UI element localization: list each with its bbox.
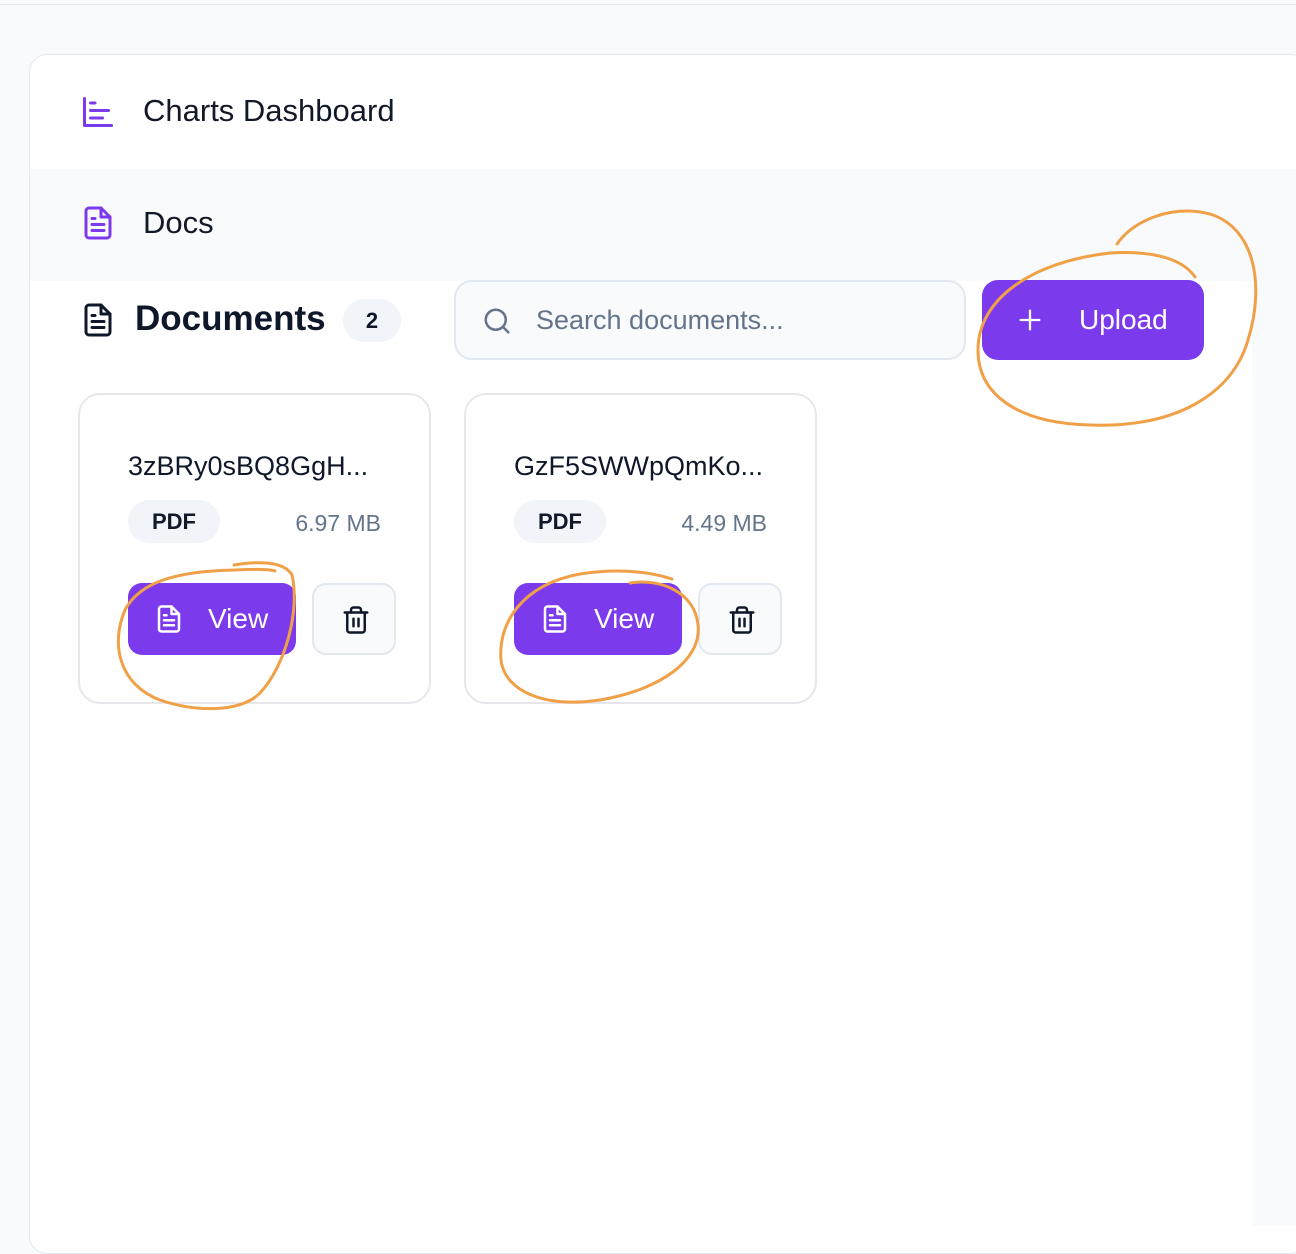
file-type-badge: PDF xyxy=(128,500,220,543)
document-name: 3zBRy0sBQ8GgH... xyxy=(128,451,369,481)
upload-button[interactable]: Upload xyxy=(982,280,1204,360)
view-label: View xyxy=(594,603,655,634)
search-box xyxy=(454,280,966,360)
document-icon xyxy=(543,605,567,633)
document-count-badge: 2 xyxy=(343,299,401,342)
search-icon xyxy=(484,308,510,334)
file-size: 6.97 MB xyxy=(295,510,381,536)
file-type-badge: PDF xyxy=(514,500,606,543)
delete-button[interactable] xyxy=(698,583,782,655)
view-label: View xyxy=(208,603,269,634)
sidebar-item-docs[interactable]: Docs xyxy=(30,169,1296,281)
sidebar-item-charts-dashboard[interactable]: Charts Dashboard xyxy=(30,55,1296,169)
document-card: 3zBRy0sBQ8GgH... PDF 6.97 MB View xyxy=(78,393,431,704)
page-title: Documents xyxy=(135,299,326,338)
bar-chart-icon xyxy=(83,97,113,127)
document-icon xyxy=(84,303,112,337)
upload-label: Upload xyxy=(1079,304,1168,335)
sidebar-item-label: Docs xyxy=(143,205,214,240)
sidebar-item-label: Charts Dashboard xyxy=(143,93,395,128)
view-button[interactable]: View xyxy=(514,583,682,655)
scroll-gutter xyxy=(1252,280,1296,1226)
document-card: GzF5SWWpQmKo... PDF 4.49 MB View xyxy=(464,393,817,704)
document-name: GzF5SWWpQmKo... xyxy=(514,451,764,481)
document-icon xyxy=(84,206,112,240)
trash-icon xyxy=(729,606,755,634)
file-size: 4.49 MB xyxy=(681,510,767,536)
plus-icon xyxy=(1019,309,1041,331)
trash-icon xyxy=(343,606,369,634)
top-divider xyxy=(0,4,1296,5)
search-input[interactable] xyxy=(536,300,946,340)
document-icon xyxy=(157,605,181,633)
view-button[interactable]: View xyxy=(128,583,296,655)
delete-button[interactable] xyxy=(312,583,396,655)
